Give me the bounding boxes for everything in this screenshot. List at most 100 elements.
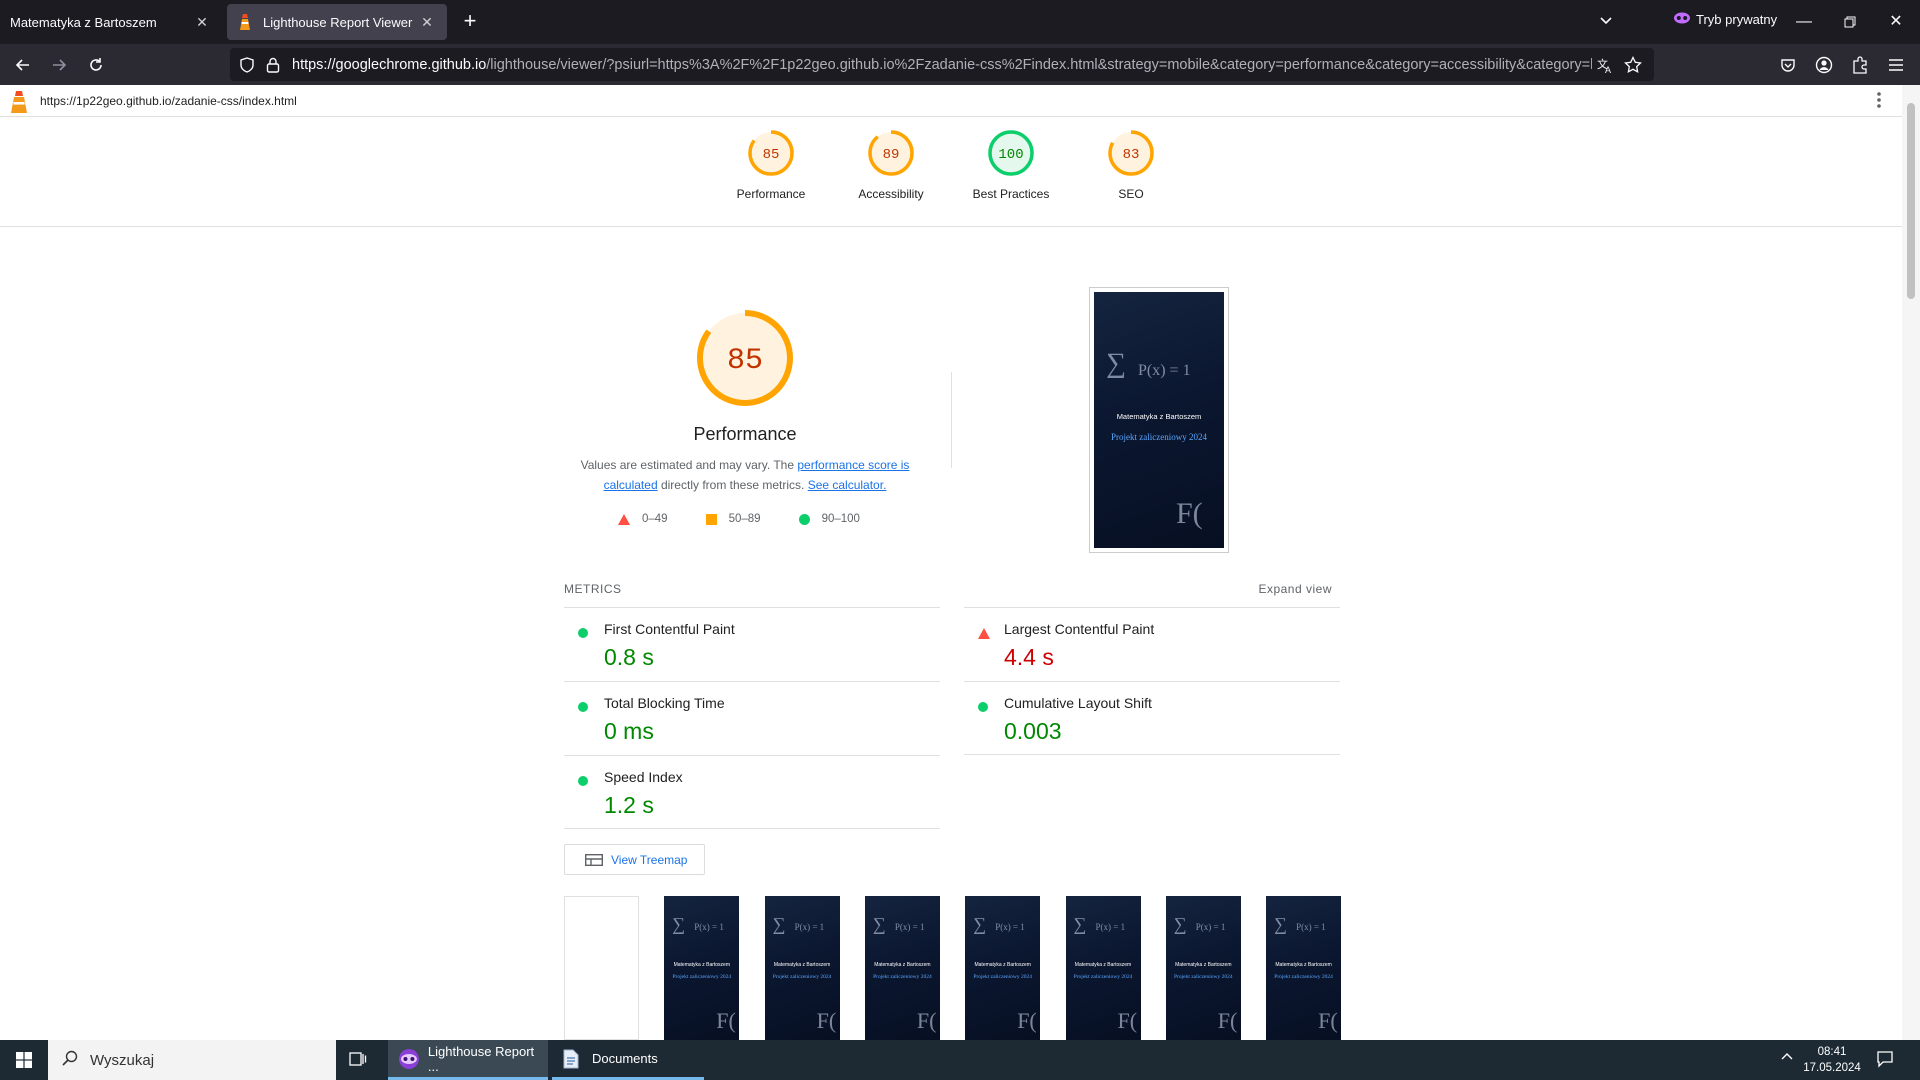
sigma-glyph: ∑	[1106, 348, 1126, 379]
lock-icon[interactable]	[264, 56, 282, 74]
thumb-site-title: Projekt zaliczeniowy 2024	[1173, 974, 1233, 980]
kebab-menu-icon[interactable]	[1876, 91, 1882, 112]
show-hidden-icons-chevron-icon[interactable]	[1780, 1050, 1794, 1067]
filmstrip-thumbnail: ∑ P(x) = 1 F(Matematyka z Bartoszem Projekt…	[1065, 896, 1141, 1040]
tab-matematyka[interactable]: Matematyka z Bartoszem ✕	[0, 4, 222, 40]
url-path: /lighthouse/viewer/?psiurl=https%3A%2F%2…	[486, 56, 1592, 73]
search-placeholder: Wyszukaj	[90, 1051, 155, 1069]
taskbar-app-label: Lighthouse Report ...	[427, 1043, 535, 1074]
filmstrip-frame: ∑ P(x) = 1 F(Matematyka z Bartoszem Projekt…	[664, 896, 740, 1040]
screenshot-image: ∑ P(x) = 1 F( Matematyka z Bartoszem Pro…	[1094, 292, 1224, 548]
green-circle-icon	[578, 776, 588, 786]
legend-average: 50–89	[705, 513, 761, 525]
filmstrip-thumbnail: ∑ P(x) = 1 F(Matematyka z Bartoszem Projekt…	[1266, 896, 1342, 1040]
address-bar[interactable]: https://googlechrome.github.io/lighthous…	[230, 48, 1654, 81]
forward-arrow-icon[interactable]	[46, 52, 72, 78]
desc-text-1: Values are estimated and may vary. The	[580, 458, 795, 472]
pocket-icon[interactable]	[1775, 52, 1801, 78]
restore-icon[interactable]	[1838, 10, 1862, 34]
metrics-column-right: Largest Contentful Paint 4.4 s Cumulativ…	[964, 607, 1340, 755]
category-scores-header: 85 Performance 89 Accessibility 100 Best…	[0, 117, 1902, 227]
filmstrip-thumbnail: ∑ P(x) = 1 F(Matematyka z Bartoszem Projekt…	[664, 896, 740, 1040]
f-glyph: F(	[1176, 497, 1203, 530]
gauge-label: SEO	[1118, 187, 1144, 201]
close-icon[interactable]: ✕	[417, 14, 437, 31]
private-browsing-indicator: Tryb prywatny	[1674, 12, 1777, 27]
legend-pass-label: 90–100	[821, 513, 860, 525]
thumb-site-name: Matematyka z Bartoszem	[1074, 962, 1132, 968]
red-triangle-icon	[978, 628, 990, 639]
report-page-url[interactable]: https://1p22geo.github.io/zadanie-css/in…	[40, 94, 297, 108]
reload-icon[interactable]	[83, 52, 109, 78]
thumb-site-name: Matematyka z Bartoszem	[1275, 962, 1332, 968]
view-treemap-button[interactable]: View Treemap	[564, 844, 705, 875]
lighthouse-favicon-icon	[237, 14, 253, 30]
svg-text:A: A	[1605, 65, 1611, 74]
windows-start-icon[interactable]	[0, 1040, 48, 1080]
url-host: https://googlechrome.github.io	[292, 56, 487, 73]
account-icon[interactable]	[1811, 52, 1837, 78]
new-tab-plus-icon[interactable]: +	[458, 10, 482, 34]
close-window-icon[interactable]: ✕	[1884, 10, 1908, 34]
lighthouse-logo-icon	[10, 91, 28, 116]
legend-pass: 90–100	[798, 513, 860, 525]
thumb-site-name: Matematyka z Bartoszem	[874, 962, 931, 968]
vertical-scrollbar[interactable]	[1902, 85, 1920, 1040]
orange-square-icon	[705, 513, 717, 525]
navigation-toolbar: https://googlechrome.github.io/lighthous…	[0, 44, 1920, 85]
filmstrip: ∑ P(x) = 1 F(Matematyka z Bartoszem Projekt…	[564, 896, 1342, 1040]
close-icon[interactable]: ✕	[192, 14, 212, 31]
thumb-site-name: Matematyka z Bartoszem	[974, 962, 1031, 968]
taskbar-clock[interactable]: 08:41 17.05.2024	[1802, 1044, 1862, 1076]
filmstrip-frame	[564, 896, 639, 1040]
score-gauge-seo[interactable]: 83 SEO	[1071, 129, 1191, 201]
tracking-shield-icon[interactable]	[238, 56, 256, 74]
metric-speed-index: Speed Index 1.2 s	[564, 755, 940, 829]
metric-name: Cumulative Layout Shift	[1004, 695, 1152, 711]
task-view-icon[interactable]	[346, 1048, 368, 1073]
score-gauge-performance[interactable]: 85 Performance	[711, 129, 831, 201]
metrics-column-left: First Contentful Paint 0.8 s Total Block…	[564, 607, 940, 829]
gauge-score: 100	[998, 147, 1023, 163]
tab-lighthouse[interactable]: Lighthouse Report Viewer ✕	[227, 4, 447, 40]
thumb-site-title: Projekt zaliczeniowy 2024	[1274, 974, 1333, 980]
clock-date: 17.05.2024	[1803, 1062, 1861, 1074]
minimize-icon[interactable]: —	[1792, 10, 1816, 34]
red-triangle-icon	[618, 513, 630, 525]
thumb-site-title: Projekt zaliczeniowy 2024	[1073, 974, 1133, 980]
notifications-icon[interactable]	[1876, 1050, 1894, 1071]
thumb-site-title: Projekt zaliczeniowy 2024	[672, 974, 732, 980]
gauge-score: 89	[883, 147, 900, 163]
translate-icon[interactable]: 文A	[1596, 56, 1614, 74]
formula-glyph: P(x) = 1	[1138, 362, 1191, 379]
score-gauge-best-practices[interactable]: 100 Best Practices	[951, 129, 1071, 201]
extensions-puzzle-icon[interactable]	[1847, 52, 1873, 78]
list-all-tabs-chevron-icon[interactable]	[1598, 12, 1614, 31]
screenshot-site-title: Projekt zaliczeniowy 2024	[1111, 432, 1207, 442]
expand-view-toggle[interactable]: Expand view	[1258, 582, 1332, 596]
scrollbar-thumb[interactable]	[1907, 103, 1915, 299]
taskbar-app-firefox[interactable]: Lighthouse Report ...	[388, 1040, 548, 1080]
filmstrip-frame: ∑ P(x) = 1 F(Matematyka z Bartoszem Projekt…	[1266, 896, 1342, 1040]
filmstrip-frame: ∑ P(x) = 1 F(Matematyka z Bartoszem Projekt…	[764, 896, 840, 1040]
filmstrip-thumbnail: ∑ P(x) = 1 F(Matematyka z Bartoszem Projekt…	[764, 896, 840, 1040]
metric-name: Speed Index	[604, 769, 683, 785]
gauge-label: Best Practices	[972, 187, 1050, 201]
metric-name: Total Blocking Time	[604, 695, 725, 711]
final-screenshot[interactable]: ∑ P(x) = 1 F( Matematyka z Bartoszem Pro…	[1089, 287, 1229, 553]
see-calculator-link[interactable]: See calculator.	[808, 478, 887, 492]
metric-value: 4.4 s	[1004, 644, 1054, 670]
treemap-icon	[585, 853, 603, 866]
divider	[951, 372, 952, 468]
score-gauge-accessibility[interactable]: 89 Accessibility	[831, 129, 951, 201]
legend-fail-label: 0–49	[642, 513, 668, 525]
bookmark-star-icon[interactable]	[1624, 56, 1642, 74]
screenshot-site-name: Matematyka z Bartoszem	[1116, 412, 1202, 421]
hamburger-menu-icon[interactable]	[1883, 52, 1909, 78]
green-circle-icon	[578, 702, 588, 712]
metrics-header: METRICS Expand view	[564, 582, 1332, 596]
back-arrow-icon[interactable]	[10, 52, 36, 78]
filmstrip-frame: ∑ P(x) = 1 F(Matematyka z Bartoszem Projekt…	[965, 896, 1041, 1040]
taskbar-app-documents[interactable]: Documents	[552, 1040, 704, 1080]
taskbar-search-box[interactable]: Wyszukaj	[48, 1040, 336, 1080]
